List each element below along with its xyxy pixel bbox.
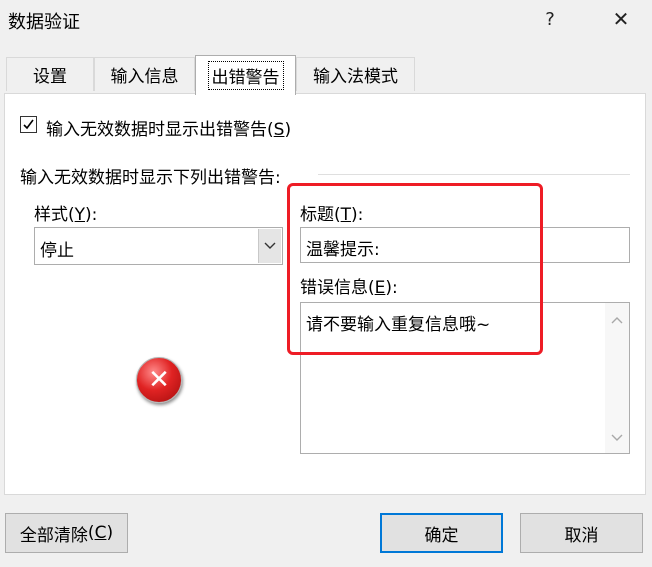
close-button[interactable]: ✕ — [603, 2, 639, 36]
scroll-up-icon[interactable] — [610, 313, 624, 327]
style-select[interactable]: 停止 — [34, 227, 283, 265]
show-error-alert-label[interactable]: 输入无效数据时显示出错警告(S) — [46, 115, 291, 140]
chevron-down-icon[interactable] — [258, 229, 281, 263]
ok-button[interactable]: 确定 — [380, 513, 503, 553]
annotation-highlight-box — [287, 183, 543, 355]
clear-all-button[interactable]: 全部清除(C) — [5, 513, 128, 553]
scroll-down-icon[interactable] — [610, 431, 624, 445]
scrollbar[interactable] — [605, 303, 629, 453]
tab-label: 设置 — [33, 67, 67, 87]
style-label: 样式(Y): — [34, 205, 98, 225]
section-divider — [318, 174, 630, 175]
dialog-title: 数据验证 — [8, 12, 80, 33]
help-button[interactable]: ? — [532, 2, 568, 36]
error-stop-icon: ✕ — [136, 357, 182, 403]
tab-label: 输入法模式 — [313, 67, 398, 87]
show-error-alert-checkbox[interactable] — [20, 116, 37, 133]
style-select-value: 停止 — [40, 241, 74, 261]
tab-settings[interactable]: 设置 — [6, 57, 94, 91]
cancel-button[interactable]: 取消 — [520, 513, 643, 553]
tab-label: 输入信息 — [110, 67, 179, 87]
tab-error-alert[interactable]: 出错警告 — [195, 55, 296, 95]
tab-label: 出错警告 — [207, 61, 284, 90]
section-label: 输入无效数据时显示下列出错警告: — [20, 168, 281, 188]
checkmark-icon — [23, 119, 34, 130]
tab-input-message[interactable]: 输入信息 — [94, 57, 195, 91]
tab-ime-mode[interactable]: 输入法模式 — [296, 57, 415, 91]
